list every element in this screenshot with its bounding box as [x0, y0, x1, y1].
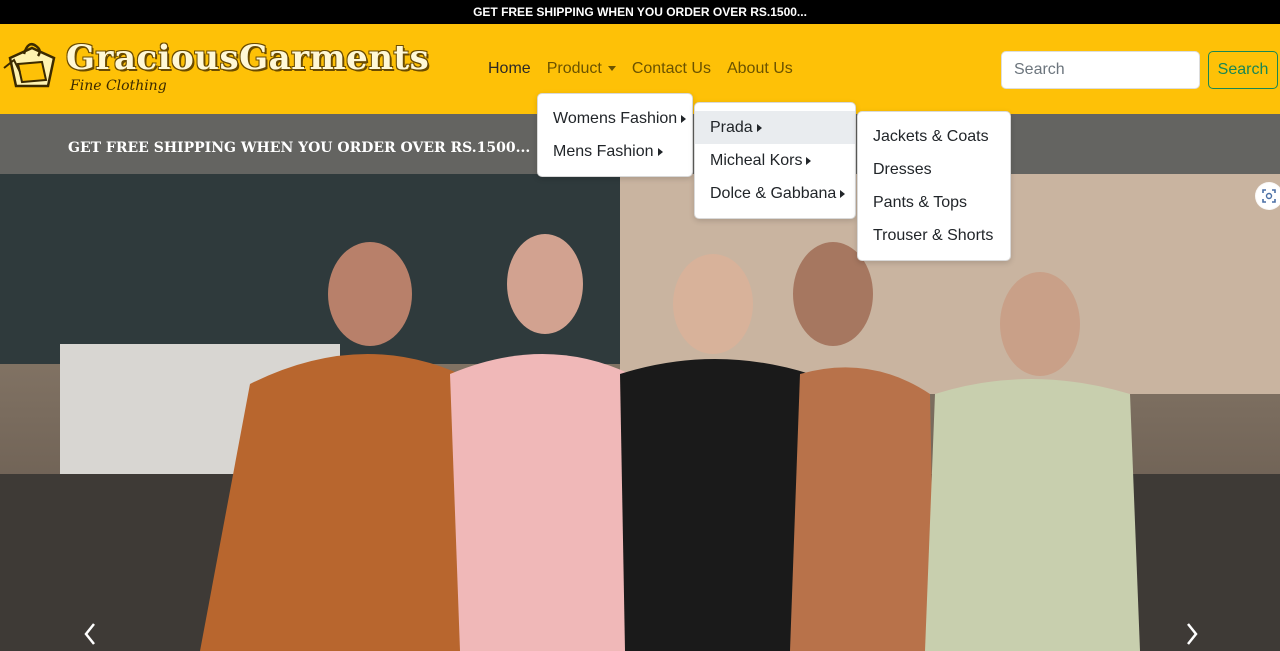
- nav-contact[interactable]: Contact Us: [632, 60, 711, 78]
- menu-item-label: Micheal Kors: [710, 152, 803, 169]
- main-nav: Home Product Contact Us About Us: [488, 60, 793, 78]
- chevron-right-icon[interactable]: [1182, 620, 1202, 648]
- caret-right-icon: [681, 114, 687, 123]
- top-announcement-bar: GET FREE SHIPPING WHEN YOU ORDER OVER RS…: [0, 0, 1280, 24]
- hero-image: [0, 174, 1280, 651]
- brand-title: GraciousGarments: [66, 38, 430, 78]
- hero-carousel[interactable]: [0, 174, 1280, 651]
- caret-right-icon: [840, 189, 846, 198]
- menu-item-dolce-gabbana[interactable]: Dolce & Gabbana: [695, 177, 855, 210]
- product-dropdown-menu: Womens Fashion Mens Fashion: [537, 93, 693, 177]
- menu-item-pants-tops[interactable]: Pants & Tops: [858, 186, 1010, 219]
- nav-home[interactable]: Home: [488, 60, 531, 78]
- brand-logo[interactable]: GraciousGarments Fine Clothing: [2, 34, 472, 104]
- nav-about[interactable]: About Us: [727, 60, 793, 78]
- menu-item-trouser-shorts[interactable]: Trouser & Shorts: [858, 219, 1010, 252]
- menu-item-jackets-coats[interactable]: Jackets & Coats: [858, 120, 1010, 153]
- menu-item-label: Prada: [710, 119, 753, 136]
- nav-product-dropdown[interactable]: Product: [547, 60, 616, 78]
- announcement-text: GET FREE SHIPPING WHEN YOU ORDER OVER RS…: [473, 5, 807, 19]
- search-button[interactable]: Search: [1208, 51, 1278, 89]
- menu-item-dresses[interactable]: Dresses: [858, 153, 1010, 186]
- caret-right-icon: [756, 123, 762, 132]
- menu-item-label: Womens Fashion: [553, 110, 678, 127]
- caret-down-icon: [607, 66, 616, 72]
- menu-item-mens-fashion[interactable]: Mens Fashion: [538, 135, 692, 168]
- caret-right-icon: [657, 147, 663, 156]
- nav-product-label: Product: [546, 60, 602, 77]
- menu-item-womens-fashion[interactable]: Womens Fashion: [538, 102, 692, 135]
- expand-icon[interactable]: [1255, 182, 1280, 210]
- menu-item-prada[interactable]: Prada: [695, 111, 855, 144]
- womens-fashion-submenu: Prada Micheal Kors Dolce & Gabbana: [694, 102, 856, 219]
- menu-item-label: Mens Fashion: [553, 143, 654, 160]
- brand-tagline: Fine Clothing: [70, 78, 167, 94]
- menu-item-micheal-kors[interactable]: Micheal Kors: [695, 144, 855, 177]
- search-input[interactable]: [1001, 51, 1200, 89]
- menu-item-label: Dolce & Gabbana: [710, 185, 837, 202]
- caret-right-icon: [806, 156, 812, 165]
- shopping-bag-icon: [3, 43, 56, 88]
- chevron-left-icon[interactable]: [80, 620, 100, 648]
- prada-submenu: Jackets & Coats Dresses Pants & Tops Tro…: [857, 111, 1011, 261]
- promo-text: GET FREE SHIPPING WHEN YOU ORDER OVER RS…: [68, 140, 531, 156]
